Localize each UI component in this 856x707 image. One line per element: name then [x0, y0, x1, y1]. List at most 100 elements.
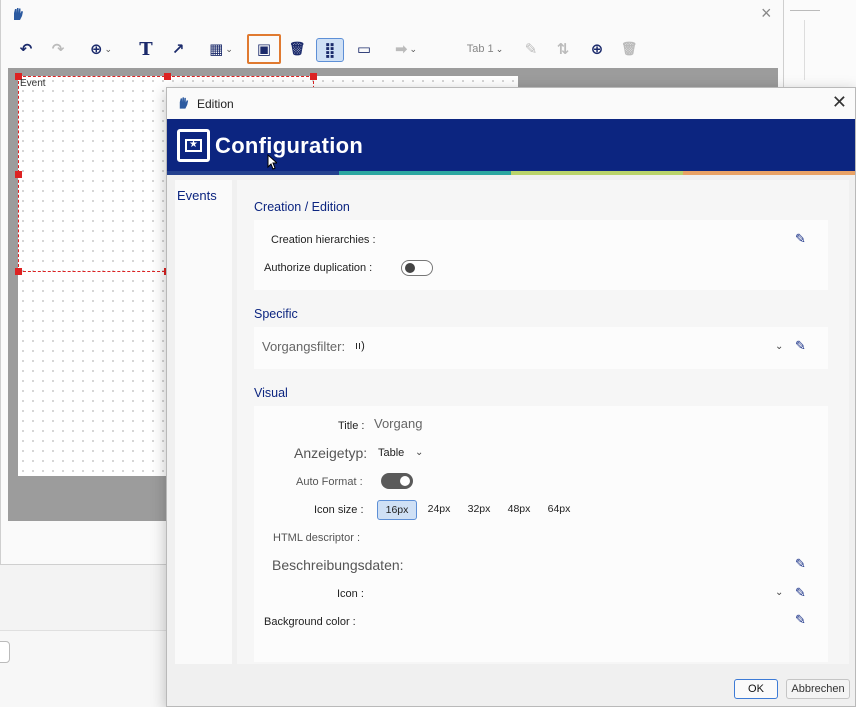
- icon-size-64[interactable]: 64px: [542, 500, 576, 520]
- trash-icon: 🗑: [288, 41, 306, 56]
- html-descriptor-label: HTML descriptor :: [273, 532, 361, 544]
- dialog-title: Edition: [197, 97, 234, 111]
- resize-handle[interactable]: [15, 268, 22, 275]
- title-value[interactable]: Vorgang: [374, 416, 422, 431]
- tab-selector-label: Tab 1: [466, 43, 494, 55]
- icon-size-32[interactable]: 32px: [462, 500, 496, 520]
- pencil-icon: ✎: [524, 41, 538, 58]
- dialog-sidebar: Events: [175, 180, 232, 664]
- arrow-right-icon: ➡: [394, 41, 408, 58]
- icon-size-24[interactable]: 24px: [422, 500, 456, 520]
- pencil-icon[interactable]: ✎: [795, 557, 807, 571]
- banner-title: Configuration: [215, 133, 364, 158]
- edit-button[interactable]: ✎: [521, 36, 541, 62]
- dialog-main: Creation / Edition Creation hierarchies …: [237, 180, 849, 664]
- specific-card: Vorgangsfilter: ıı) ⌄ ✎: [254, 327, 828, 369]
- background-divider: [790, 10, 820, 11]
- pencil-icon[interactable]: ✎: [795, 613, 807, 627]
- background-input[interactable]: [0, 641, 10, 663]
- pencil-icon[interactable]: ✎: [795, 586, 807, 600]
- pencil-icon[interactable]: ✎: [795, 232, 807, 246]
- export-icon: ↗: [171, 41, 185, 58]
- configuration-button[interactable]: ▣: [247, 34, 281, 64]
- auto-format-label: Auto Format :: [296, 476, 363, 488]
- resize-handle[interactable]: [310, 73, 317, 80]
- pencil-icon[interactable]: ✎: [795, 339, 807, 353]
- banner-stripe: [683, 171, 855, 175]
- description-data-label: Beschreibungsdaten:: [272, 557, 404, 573]
- text-button[interactable]: T: [135, 36, 157, 62]
- chevron-down-icon: ⌄: [225, 43, 233, 54]
- creation-hierarchies-label: Creation hierarchies :: [271, 234, 376, 246]
- star-icon: ★: [189, 139, 198, 150]
- redo-button[interactable]: ↷: [47, 36, 69, 62]
- creation-card: Creation hierarchies : ✎ Authorize dupli…: [254, 220, 828, 290]
- configuration-banner: ★ Configuration: [167, 119, 855, 175]
- grid-icon: ⣿: [324, 42, 336, 59]
- banner-stripe: [511, 171, 683, 175]
- component-label: Event: [20, 78, 46, 89]
- frame-button[interactable]: ▭: [353, 36, 375, 62]
- grid-toggle-button[interactable]: ⣿: [316, 38, 344, 62]
- mouse-cursor-icon: [267, 154, 277, 170]
- resize-handle[interactable]: [164, 73, 171, 80]
- add-icon: ⊕: [89, 41, 103, 58]
- auto-format-toggle[interactable]: [381, 473, 413, 489]
- arrow-button[interactable]: ➡ ⌄: [389, 36, 423, 62]
- toggle-knob: [400, 476, 410, 486]
- dialog-titlebar: Edition ✕: [167, 88, 855, 119]
- add-circle-icon: ⊕: [590, 41, 604, 58]
- configuration-icon: ★: [177, 129, 210, 162]
- section-title-specific: Specific: [254, 307, 298, 321]
- banner-stripe: [339, 171, 511, 175]
- title-label: Title :: [338, 420, 365, 432]
- chevron-down-icon[interactable]: ⌄: [415, 447, 423, 458]
- toggle-knob: [405, 262, 415, 273]
- filter-value[interactable]: ıı): [355, 340, 365, 352]
- chevron-down-icon: ⌄: [104, 43, 113, 54]
- icon-size-16[interactable]: 16px: [377, 500, 417, 520]
- chevron-down-icon: ⌄: [409, 43, 418, 54]
- duplication-toggle[interactable]: [401, 260, 433, 276]
- delete-tab-button[interactable]: 🗑: [619, 36, 639, 62]
- add-tab-button[interactable]: ⊕: [587, 36, 607, 62]
- chevron-down-icon[interactable]: ⌄: [775, 341, 783, 352]
- icon-size-48[interactable]: 48px: [502, 500, 536, 520]
- text-icon: T: [139, 38, 153, 60]
- export-button[interactable]: ↗: [167, 36, 189, 62]
- frame-icon: ▭: [356, 41, 372, 58]
- undo-icon: ↶: [19, 41, 33, 58]
- filter-label: Vorgangsfilter:: [262, 339, 346, 354]
- undo-button[interactable]: ↶: [15, 36, 37, 62]
- sidebar-item-events[interactable]: Events: [177, 188, 217, 203]
- hand-logo-icon: [179, 97, 189, 109]
- icon-label: Icon :: [337, 588, 364, 600]
- configuration-icon: ▣: [256, 41, 272, 58]
- close-icon[interactable]: ✕: [832, 93, 847, 111]
- hand-logo-icon: [14, 8, 23, 20]
- authorize-duplication-label: Authorize duplication :: [264, 262, 373, 274]
- resize-handle[interactable]: [15, 171, 22, 178]
- sort-button[interactable]: ⇅: [553, 36, 573, 62]
- redo-icon: ↷: [51, 41, 65, 58]
- cancel-button[interactable]: Abbrechen: [786, 679, 850, 699]
- visual-card: Title : Vorgang Anzeigetyp: Table ⌄ Auto…: [254, 406, 828, 662]
- tab-selector[interactable]: Tab 1 ⌄: [461, 36, 509, 62]
- editor-close-button[interactable]: ×: [761, 4, 772, 22]
- background-divider: [804, 20, 805, 80]
- edition-dialog: Edition ✕ ★ Configuration Events Creatio…: [166, 87, 856, 707]
- editor-toolbar: ↶ ↷ ⊕ ⌄ T ↗ ▦ ⌄ ▣ 🗑 ⣿ ▭ ➡ ⌄ Tab 1 ⌄ ✎ ⇅ ⊕ 🗑: [1, 34, 783, 66]
- table-button[interactable]: ▦ ⌄: [203, 36, 239, 62]
- display-type-value[interactable]: Table: [378, 447, 404, 459]
- sort-icon: ⇅: [556, 41, 570, 58]
- icon-size-label: Icon size :: [314, 504, 364, 516]
- display-type-label: Anzeigetyp:: [294, 445, 368, 461]
- chevron-down-icon[interactable]: ⌄: [775, 587, 783, 598]
- table-icon: ▦: [209, 41, 224, 58]
- delete-button[interactable]: 🗑: [287, 36, 307, 62]
- add-button[interactable]: ⊕ ⌄: [83, 36, 119, 62]
- section-title-visual: Visual: [254, 386, 288, 400]
- ok-button[interactable]: OK: [734, 679, 778, 699]
- background-panel: [0, 630, 170, 707]
- background-color-label: Background color :: [264, 616, 356, 628]
